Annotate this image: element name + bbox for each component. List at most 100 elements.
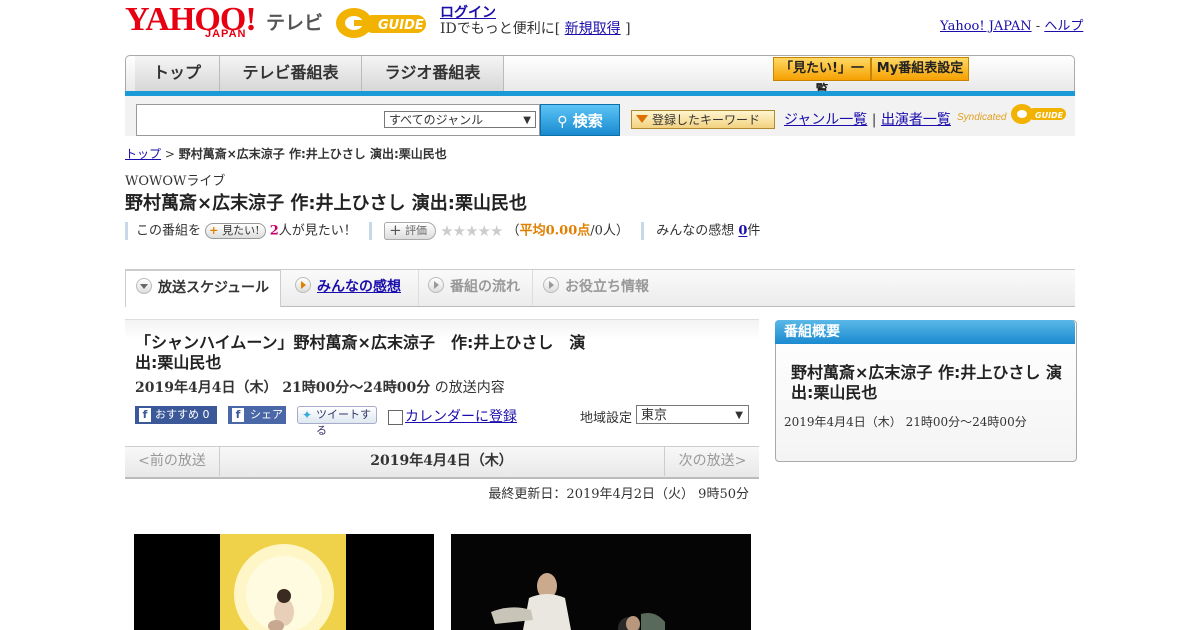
play-icon [295,277,311,293]
avg-people: /0人） [590,223,629,239]
avg-open: （ [506,223,520,239]
login-box: ログイン IDでもっと便利に[ 新規取得 ] [440,5,631,37]
mitai-count: 2 [269,223,279,239]
svg-text:GUIDE: GUIDE [1035,111,1064,120]
impressions-label: みんなの感想 [656,223,735,239]
program-meta-row: この番組を + 見たい! 2人が見たい！ + 評価 ★★★★★ （平均0.00点/0… [125,221,760,241]
yahoo-japan-logo-text: JAPAN [205,28,247,40]
tab-label: お役立ち情報 [565,279,649,295]
tab-label: 番組の流れ [450,279,520,295]
episode-title: 「シャンハイムーン」野村萬斎×広末涼子 作:井上ひさし 演出:栗山民也 [135,333,586,372]
avg-rating: 平均0.00点 [519,223,591,239]
facebook-share-button[interactable]: f シェア [228,406,286,424]
search-button[interactable]: ⚲ 検索 [540,104,620,136]
program-image-1 [134,534,434,630]
search-button-label: 検索 [572,112,603,130]
prev-broadcast-button[interactable]: <前の放送 [125,446,220,476]
registered-keyword-button[interactable]: 登録したキーワード [631,110,775,129]
chevron-down-icon [136,278,152,294]
region-label: 地域設定 [580,411,633,426]
region-select-value: 東京 [641,408,668,423]
top-links: Yahoo! JAPAN - ヘルプ [940,15,1083,34]
nav-tab-top[interactable]: トップ [135,56,220,92]
meta-divider [368,222,372,240]
breadcrumb-separator: > [164,147,175,161]
calendar-icon [388,409,403,425]
gguide-logo: GUIDE [336,8,426,38]
calendar-register[interactable]: カレンダーに登録 [388,406,517,426]
episode-date-row: 2019年4月4日（木） 21時00分～24時00分 の放送内容 [135,377,505,397]
triangle-down-icon [636,115,648,123]
program-summary-title: 野村萬斎×広末涼子 作:井上ひさし 演出:栗山民也 [791,363,1062,402]
my-schedule-button[interactable]: My番組表設定 [871,57,969,81]
program-summary-date: 2019年4月4日（木） 21時00分～24時00分 [784,415,1027,429]
facebook-recommend-button[interactable]: f おすすめ 0 [135,406,217,424]
top-links-dash: - [1035,19,1041,34]
impressions-suffix: 件 [747,223,761,239]
next-broadcast-button[interactable]: 次の放送> [664,446,760,476]
gguide-small-logo: GUIDE [1011,104,1066,124]
program-summary-heading: 番組概要 [775,320,1075,344]
meta-divider [641,222,645,240]
episode-date: 2019年4月4日（木） 21時00分～24時00分 [135,380,431,396]
login-link[interactable]: ログイン [440,5,496,21]
calendar-register-link[interactable]: カレンダーに登録 [405,409,517,425]
tweet-button[interactable]: ✦ ツイートする [297,406,377,437]
mitai-suffix: 人が見たい！ [278,223,357,239]
mitai-button-label: 見たい! [222,224,260,237]
meta-divider [125,222,128,240]
genre-select-value: すべてのジャンル [389,113,484,127]
search-links: ジャンル一覧 | 出演者一覧 [784,109,951,129]
facebook-recommend-label: おすすめ 0 [155,408,210,421]
nav-tab-tv-schedule[interactable]: テレビ番組表 [220,56,362,92]
plus-icon: + [209,224,219,237]
genre-select[interactable]: すべてのジャンル ▼ [384,111,536,128]
registered-keyword-label: 登録したキーワード [652,113,761,127]
tab-useful-info[interactable]: お役立ち情報 [532,270,662,306]
mitai-list-button[interactable]: 「見たい!」一覧 [773,57,871,98]
channel-name: WOWOWライブ [125,174,226,189]
episode-date-suffix: の放送内容 [434,380,505,396]
facebook-icon: f [232,408,244,422]
page-title: 野村萬斎×広末涼子 作:井上ひさし 演出:栗山民也 [125,193,528,214]
login-promo-end: ] [625,21,631,37]
tab-label: みんなの感想 [317,279,401,295]
chevron-down-icon: ▼ [735,410,743,421]
breadcrumb: トップ > 野村萬斎×広末涼子 作:井上ひさし 演出:栗山民也 [125,145,447,162]
signup-link[interactable]: 新規取得 [565,21,621,37]
twitter-bird-icon: ✦ [302,408,313,422]
tab-impressions[interactable]: みんなの感想 [295,270,415,306]
tab-label: 放送スケジュール [158,280,270,296]
login-promo: IDでもっと便利に[ [440,21,561,37]
tab-program-flow[interactable]: 番組の流れ [418,270,530,306]
this-program-label: この番組を [136,223,202,239]
svg-text:GUIDE: GUIDE [378,18,424,33]
yahoo-japan-link[interactable]: Yahoo! JAPAN [940,19,1032,34]
play-icon [543,277,559,293]
chevron-down-icon: ▼ [523,115,531,126]
tab-broadcast-schedule[interactable]: 放送スケジュール [125,270,281,307]
region-select[interactable]: 東京 ▼ [636,405,749,424]
rating-stars-icon: ★★★★★ [440,222,503,240]
facebook-icon: f [139,408,151,422]
tv-label[interactable]: テレビ [266,8,323,35]
performer-list-link[interactable]: 出演者一覧 [881,112,951,128]
rate-button-label: 評価 [405,224,428,237]
facebook-share-label: シェア [250,408,283,421]
help-link[interactable]: ヘルプ [1044,19,1083,34]
program-image-2 [451,534,751,630]
search-icon: ⚲ [557,114,568,130]
moon-poster-image [220,534,346,630]
nav-tab-radio-schedule[interactable]: ラジオ番組表 [362,56,504,92]
mitai-button[interactable]: + 見たい! [205,223,266,239]
rate-button[interactable]: + 評価 [384,221,437,240]
last-updated: 最終更新日：2019年4月2日（火） 9時50分 [488,487,749,502]
current-broadcast-date: 2019年4月4日（木） [370,453,513,469]
play-icon [428,277,444,293]
breadcrumb-top-link[interactable]: トップ [125,147,161,161]
syndicated-label: Syndicated [957,112,1007,123]
genre-list-link[interactable]: ジャンル一覧 [784,112,867,128]
plus-icon: + [389,221,402,239]
breadcrumb-current: 野村萬斎×広末涼子 作:井上ひさし 演出:栗山民也 [178,147,447,161]
stage-scene-image [451,534,751,630]
